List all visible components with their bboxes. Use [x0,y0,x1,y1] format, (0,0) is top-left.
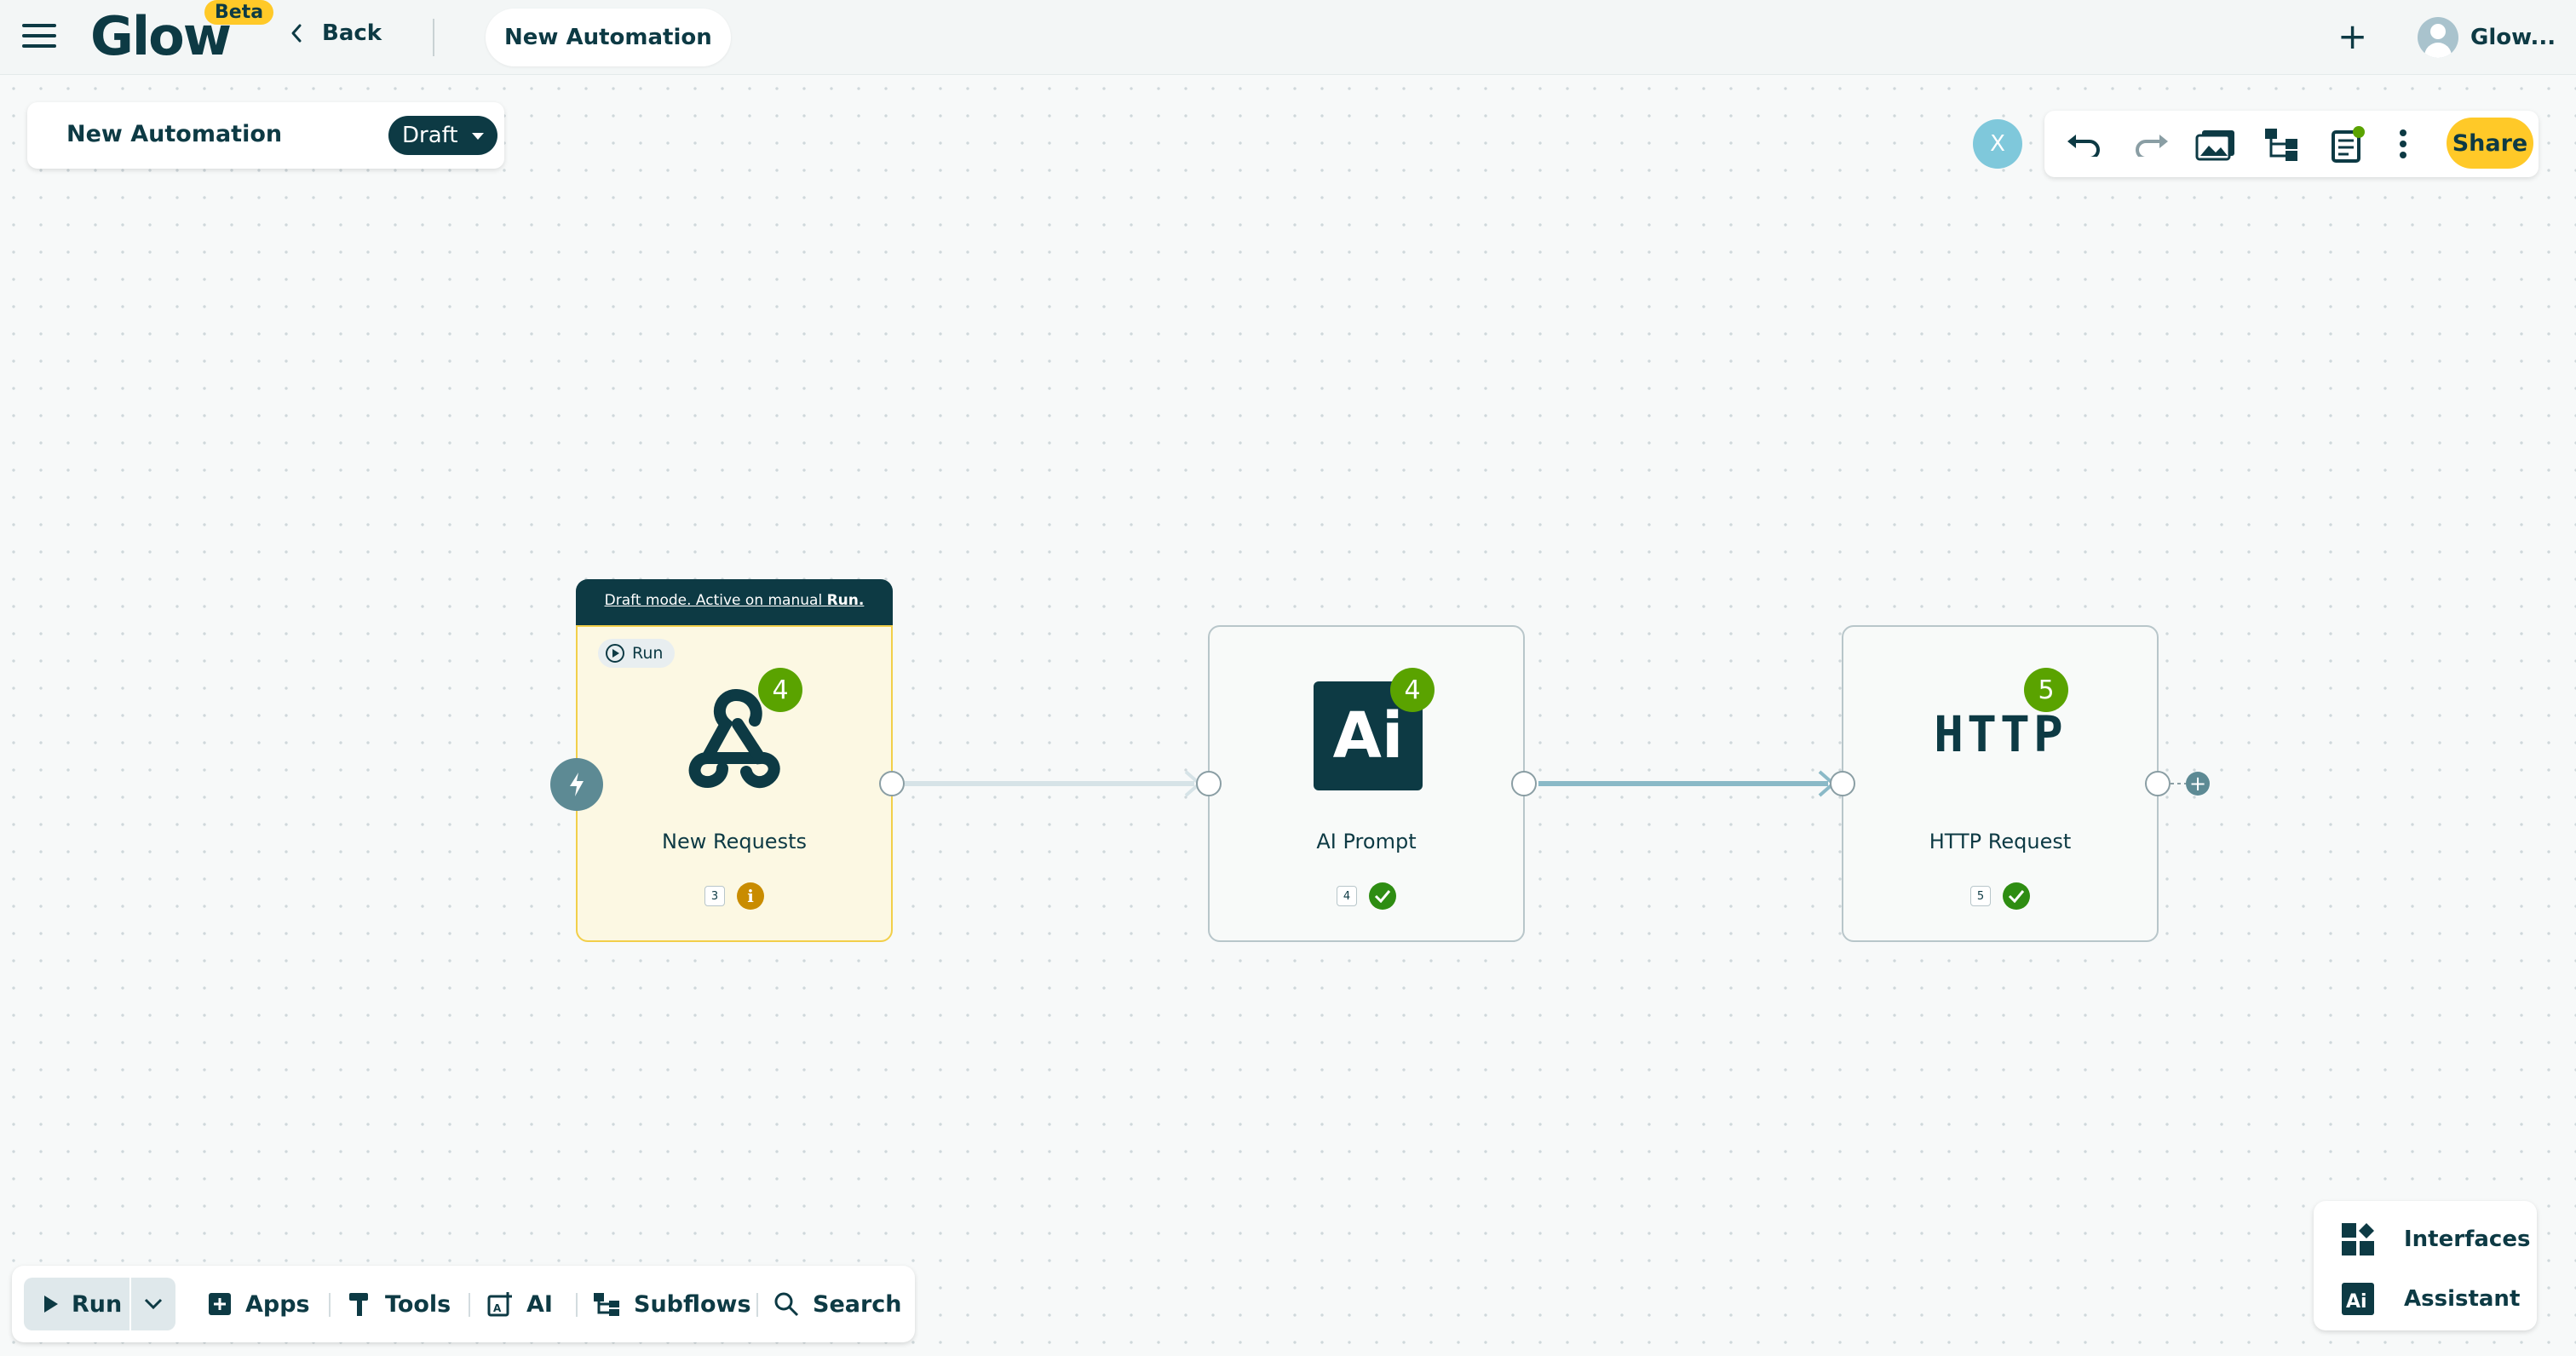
node-count-badge: 5 [2024,668,2068,712]
search-button[interactable]: Search [773,1278,902,1330]
node-ai-prompt[interactable]: Ai 4 AI Prompt 4 [1208,625,1525,942]
http-icon: HTTP [1934,705,2067,763]
search-icon [774,1292,799,1317]
info-icon[interactable]: i [737,882,764,910]
chevron-down-icon [144,1298,163,1310]
bottom-toolbar: Run Apps Tools A AI Subflows Search [12,1266,915,1342]
play-circle-icon [606,644,624,663]
assistant-button[interactable]: Ai Assistant [2341,1278,2520,1320]
add-step-icon[interactable]: + [2186,772,2210,796]
ai-button[interactable]: A AI [487,1278,553,1330]
play-icon [44,1296,58,1313]
node-meta: 5 [1843,882,2157,910]
node-http-request[interactable]: HTTP 5 HTTP Request 5 [1842,625,2159,942]
hammer-icon [349,1293,368,1316]
side-panel: Interfaces Ai Assistant [2314,1201,2537,1330]
dashboard-icon [2342,1223,2374,1255]
run-options-button[interactable] [131,1278,175,1330]
trigger-bolt-icon[interactable] [550,758,603,811]
subflows-button[interactable]: Subflows [593,1278,751,1330]
check-icon [2003,882,2030,910]
node-meta: 4 [1210,882,1523,910]
node-meta: 3 i [578,882,891,910]
apps-button[interactable]: Apps [208,1278,310,1330]
ai-add-icon: A [487,1292,512,1317]
node-label: AI Prompt [1316,830,1417,853]
output-port[interactable] [1511,771,1537,796]
divider [576,1293,578,1317]
divider [329,1293,331,1317]
node-new-requests[interactable]: Run 4 New Requests 3 i [576,625,893,942]
divider [756,1293,758,1317]
node-count-badge: 4 [1390,668,1435,712]
interfaces-button[interactable]: Interfaces [2341,1218,2530,1261]
step-number: 4 [1337,886,1357,906]
step-number: 5 [1970,886,1991,906]
output-port[interactable] [2145,771,2171,796]
node-count-badge: 4 [758,668,802,712]
divider [469,1293,470,1317]
step-number: 3 [704,886,725,906]
output-port[interactable] [879,771,905,796]
svg-text:Ai: Ai [2346,1291,2367,1313]
run-button[interactable]: Run [24,1278,129,1330]
input-port[interactable] [1830,771,1855,796]
node-run-button[interactable]: Run [598,639,676,668]
svg-text:A: A [493,1302,502,1314]
input-port[interactable] [1196,771,1222,796]
node-label: New Requests [662,830,807,853]
ai-assistant-icon: Ai [2342,1283,2374,1315]
tools-button[interactable]: Tools [348,1278,451,1330]
subflow-icon [594,1293,619,1316]
check-icon [1369,882,1396,910]
add-box-icon [209,1293,231,1315]
node-label: HTTP Request [1929,830,2072,853]
banner-text: Draft mode. Active on manual Run. [604,592,865,609]
draft-mode-banner: Draft mode. Active on manual Run. [576,579,893,627]
